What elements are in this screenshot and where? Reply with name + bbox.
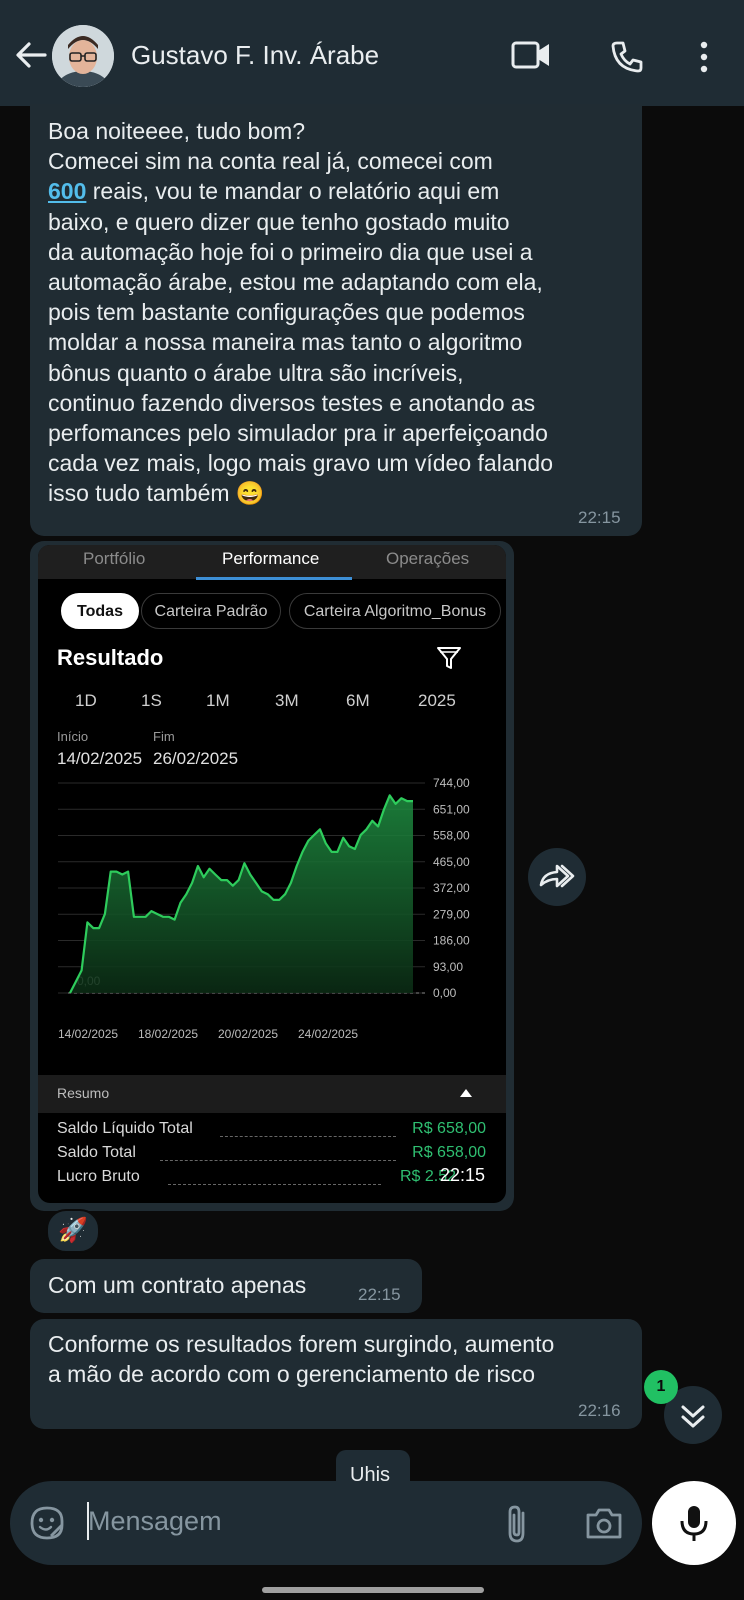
- range-2025: 2025: [418, 691, 456, 710]
- message-line: reais, vou te mandar o relatório aqui em: [86, 178, 500, 205]
- microphone-icon: [680, 1506, 708, 1541]
- message-input[interactable]: Mensagem: [88, 1506, 222, 1537]
- area-fill: [70, 795, 413, 993]
- y-tick-label: 372,00: [433, 881, 470, 895]
- message-line: continuo fazendo diversos testes e anota…: [48, 389, 536, 416]
- partial-message-bubble: Uhis: [336, 1450, 410, 1484]
- message-line: perfomances pelo simulador pra ir aperfe…: [48, 420, 548, 447]
- tab-performance: Performance: [222, 549, 320, 568]
- chip-carteira-algoritmo: Carteira Algoritmo_Bonus: [289, 593, 501, 629]
- message-line: isso tudo também 😄: [48, 480, 265, 507]
- message-text: Conforme os resultados forem surgindo, a…: [48, 1331, 555, 1388]
- summary-dots: [160, 1160, 396, 1161]
- message-line: baixo, e quero dizer que tenho gostado m…: [48, 208, 510, 235]
- forward-icon: [539, 864, 575, 888]
- start-date: 14/02/2025: [57, 749, 143, 768]
- summary-dots: [168, 1184, 381, 1185]
- message-reaction[interactable]: 🚀: [46, 1209, 100, 1253]
- gesture-nav-bar: [262, 1587, 484, 1593]
- result-title: Resultado: [57, 645, 164, 670]
- tab-bar: Portfólio Performance Operações: [38, 545, 506, 580]
- message-time: 22:16: [578, 1401, 621, 1420]
- chip-todas: Todas: [61, 593, 139, 629]
- shared-screenshot[interactable]: Portfólio Performance Operações Todas Ca…: [38, 545, 506, 1203]
- active-tab-indicator: [196, 577, 352, 580]
- y-tick-label: 558,00: [433, 829, 470, 843]
- range-1d: 1D: [75, 691, 97, 710]
- summary-label: Saldo Total: [57, 1144, 136, 1161]
- message-line: pois tem bastante configurações que pode…: [48, 299, 525, 326]
- voice-message-button[interactable]: [652, 1481, 736, 1565]
- avatar-photo: [52, 25, 114, 87]
- message-line: moldar a nossa maneira mas tanto o algor…: [48, 329, 523, 356]
- message-line: Comecei sim na conta real já, comecei co…: [48, 148, 493, 175]
- resumo-label: Resumo: [57, 1085, 110, 1101]
- message-line: bônus quanto o árabe ultra são incríveis…: [48, 359, 464, 386]
- forward-button[interactable]: [528, 848, 586, 906]
- summary-label: Lucro Bruto: [57, 1168, 140, 1185]
- message-line: da automação hoje foi o primeiro dia que…: [48, 238, 533, 265]
- range-6m: 6M: [346, 691, 370, 710]
- summary-label: Saldo Líquido Total: [57, 1120, 193, 1137]
- filter-icon: [437, 647, 461, 669]
- resumo-bar: Resumo: [38, 1075, 506, 1113]
- message-text: Boa noiteeee, tudo bom? Comecei sim na c…: [48, 116, 638, 509]
- x-tick-label: 20/02/2025: [218, 1027, 278, 1041]
- y-tick-label: 651,00: [433, 802, 470, 816]
- summary-value: R$ 658,00: [412, 1144, 486, 1161]
- range-1s: 1S: [141, 691, 162, 710]
- rocket-emoji: 🚀: [58, 1217, 88, 1244]
- tab-operacoes: Operações: [386, 549, 470, 568]
- y-tick-label: 186,00: [433, 934, 470, 948]
- voice-call-icon[interactable]: [610, 40, 644, 74]
- range-1m: 1M: [206, 691, 230, 710]
- attach-icon[interactable]: [503, 1503, 531, 1545]
- end-date: 26/02/2025: [153, 749, 239, 768]
- more-options-icon[interactable]: [696, 40, 712, 74]
- message-time: 22:15: [358, 1285, 401, 1304]
- unread-count-badge: 1: [644, 1370, 678, 1404]
- chip-carteira-padrao: Carteira Padrão: [141, 593, 281, 629]
- y-tick-label: 0,00: [433, 986, 457, 1000]
- end-label: Fim: [153, 729, 175, 744]
- image-message-time: 22:15: [440, 1165, 486, 1185]
- message-bubble[interactable]: Conforme os resultados forem surgindo, a…: [30, 1319, 642, 1429]
- y-tick-label: 93,00: [433, 960, 463, 974]
- tab-portfolio: Portfólio: [83, 549, 146, 568]
- message-line: Boa noiteeee, tudo bom?: [48, 118, 306, 144]
- x-tick-label: 14/02/2025: [58, 1027, 118, 1041]
- message-time: 22:15: [578, 508, 621, 527]
- message-bubble[interactable]: Com um contrato apenas 22:15: [30, 1259, 422, 1313]
- message-text: Com um contrato apenas: [48, 1272, 307, 1298]
- message-line: cada vez mais, logo mais gravo um vídeo …: [48, 450, 553, 477]
- contact-name[interactable]: Gustavo F. Inv. Árabe: [131, 40, 379, 71]
- summary-value: R$ 658,00: [412, 1120, 486, 1137]
- camera-icon[interactable]: [584, 1505, 624, 1541]
- message-line: automação árabe, estou me adaptando com …: [48, 269, 543, 296]
- y-tick-label: 465,00: [433, 855, 470, 869]
- message-number-link[interactable]: 600: [48, 178, 86, 204]
- video-call-icon[interactable]: [511, 40, 551, 70]
- performance-chart: 744,00 651,00 558,00 465,00 372,00 279,00 186,…: [58, 776, 470, 1041]
- emoji-sticker-icon[interactable]: [29, 1505, 65, 1541]
- back-arrow-icon[interactable]: [14, 38, 48, 72]
- y-tick-label: 744,00: [433, 776, 470, 790]
- contact-avatar[interactable]: [52, 25, 114, 87]
- y-tick-label: 279,00: [433, 907, 470, 921]
- x-tick-label: 24/02/2025: [298, 1027, 358, 1041]
- start-label: Início: [57, 729, 89, 744]
- x-tick-label: 18/02/2025: [138, 1027, 198, 1041]
- chat-header: Gustavo F. Inv. Árabe: [0, 0, 744, 106]
- message-bubble[interactable]: Boa noiteeee, tudo bom? Comecei sim na c…: [30, 104, 642, 536]
- range-3m: 3M: [275, 691, 299, 710]
- summary-dots: [220, 1136, 396, 1137]
- collapse-caret-icon: [460, 1089, 472, 1097]
